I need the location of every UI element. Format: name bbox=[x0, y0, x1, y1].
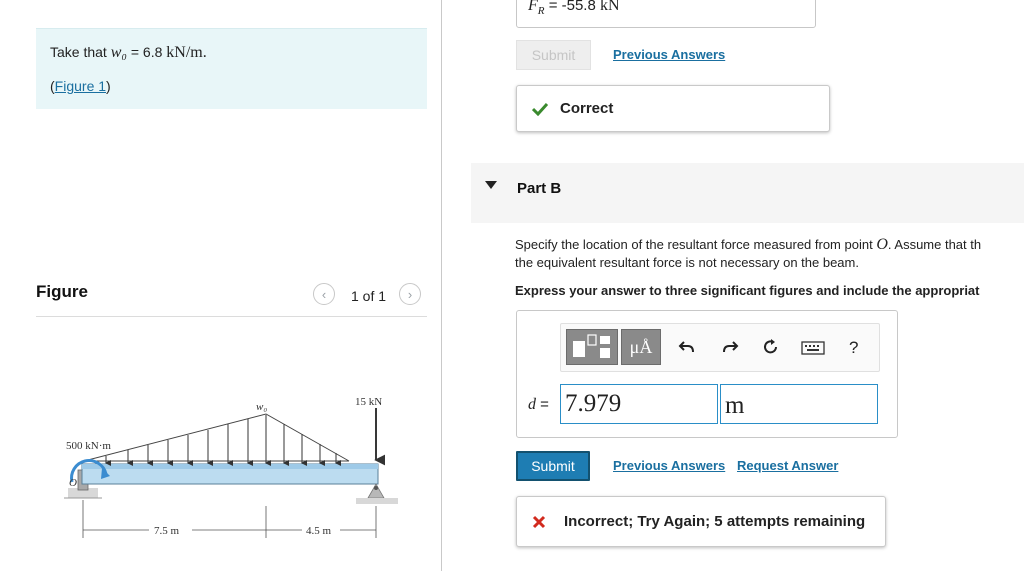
dimension-right-label: 4.5 m bbox=[306, 525, 332, 537]
part-b-question: Specify the location of the resultant fo… bbox=[515, 236, 1024, 272]
given-prefix: Take that bbox=[50, 44, 107, 60]
load-label: w₀ bbox=[256, 401, 267, 413]
templates-icon bbox=[573, 334, 610, 358]
templates-button[interactable] bbox=[566, 329, 618, 365]
request-answer-link[interactable]: Request Answer bbox=[737, 458, 838, 473]
pin-support-right bbox=[356, 483, 398, 504]
given-unit: kN/m bbox=[166, 44, 203, 61]
part-b-instruction: Express your answer to three significant… bbox=[515, 283, 980, 298]
column-divider bbox=[441, 0, 442, 571]
x-mark-icon bbox=[532, 515, 546, 528]
figure-link-line: (Figure 1) bbox=[50, 78, 111, 94]
answer-value-input[interactable]: 7.979 bbox=[560, 384, 718, 424]
question-line-2: the equivalent resultant force is not ne… bbox=[515, 255, 859, 270]
given-value: 6.8 bbox=[142, 44, 163, 60]
part-b-submit-button[interactable]: Submit bbox=[516, 451, 590, 481]
given-equals: = bbox=[130, 44, 140, 60]
answer-variable-label: d = bbox=[528, 396, 549, 414]
chevron-left-icon: ‹ bbox=[321, 286, 327, 302]
part-b-previous-answers-link[interactable]: Previous Answers bbox=[613, 458, 725, 473]
given-symbol: w₀ bbox=[110, 44, 127, 61]
part-b-status-text: Incorrect; Try Again; 5 attempts remaini… bbox=[564, 513, 866, 530]
question-point: O bbox=[876, 236, 888, 253]
part-a-answer: FR = -55.8 kN bbox=[528, 0, 620, 17]
figure-title: Figure bbox=[36, 282, 88, 301]
chevron-right-icon: › bbox=[407, 286, 413, 302]
redo-icon[interactable] bbox=[721, 338, 739, 360]
question-text-1: Specify the location of the resultant fo… bbox=[515, 237, 873, 252]
next-figure-button[interactable]: › bbox=[399, 283, 421, 305]
previous-figure-button[interactable]: ‹ bbox=[313, 283, 335, 305]
part-b-title: Part B bbox=[517, 180, 562, 197]
answer-equals: = bbox=[540, 396, 549, 413]
help-icon[interactable]: ? bbox=[849, 338, 858, 358]
part-a-symbol: F bbox=[528, 0, 538, 14]
units-symbols-button[interactable]: μÅ bbox=[621, 329, 661, 365]
given-period: . bbox=[202, 44, 207, 61]
part-a-submit-button[interactable]: Submit bbox=[516, 40, 591, 70]
figure-link-close: ) bbox=[106, 78, 111, 94]
part-a-value: -55.8 bbox=[561, 0, 596, 14]
beam bbox=[81, 463, 379, 485]
answer-unit-input[interactable]: m bbox=[720, 384, 878, 424]
origin-label: O bbox=[69, 477, 77, 489]
question-text-2: . Assume that th bbox=[887, 237, 982, 252]
force-label: 15 kN bbox=[355, 396, 382, 408]
part-a-equals: = bbox=[548, 0, 558, 14]
part-a-subscript: R bbox=[537, 5, 545, 17]
figure-divider bbox=[36, 316, 427, 317]
collapse-triangle-icon[interactable] bbox=[485, 181, 497, 189]
figure-link[interactable]: Figure 1 bbox=[55, 78, 106, 94]
given-statement: Take that w₀ = 6.8 kN/m. bbox=[50, 44, 207, 62]
problem-info-box bbox=[36, 28, 427, 109]
part-a-status-text: Correct bbox=[560, 100, 614, 117]
dimension-lines bbox=[82, 500, 377, 538]
dimension-left-label: 7.5 m bbox=[154, 525, 180, 537]
figure-pager: 1 of 1 bbox=[351, 288, 387, 304]
load-arrows bbox=[105, 415, 341, 466]
distributed-load bbox=[83, 413, 350, 462]
part-a-unit: kN bbox=[600, 0, 620, 14]
checkmark-icon bbox=[532, 102, 548, 116]
reset-icon[interactable] bbox=[762, 338, 780, 360]
moment-label: 500 kN·m bbox=[66, 440, 111, 452]
beam-diagram: 500 kN·m w₀ 15 kN O 7.5 m 4.5 m bbox=[64, 396, 398, 538]
undo-icon[interactable] bbox=[678, 338, 696, 360]
answer-variable: d bbox=[528, 396, 536, 413]
part-b-status: Incorrect; Try Again; 5 attempts remaini… bbox=[516, 496, 886, 547]
keyboard-icon[interactable] bbox=[801, 340, 825, 360]
part-a-status: Correct bbox=[516, 85, 830, 132]
part-a-previous-answers-link[interactable]: Previous Answers bbox=[613, 47, 725, 62]
